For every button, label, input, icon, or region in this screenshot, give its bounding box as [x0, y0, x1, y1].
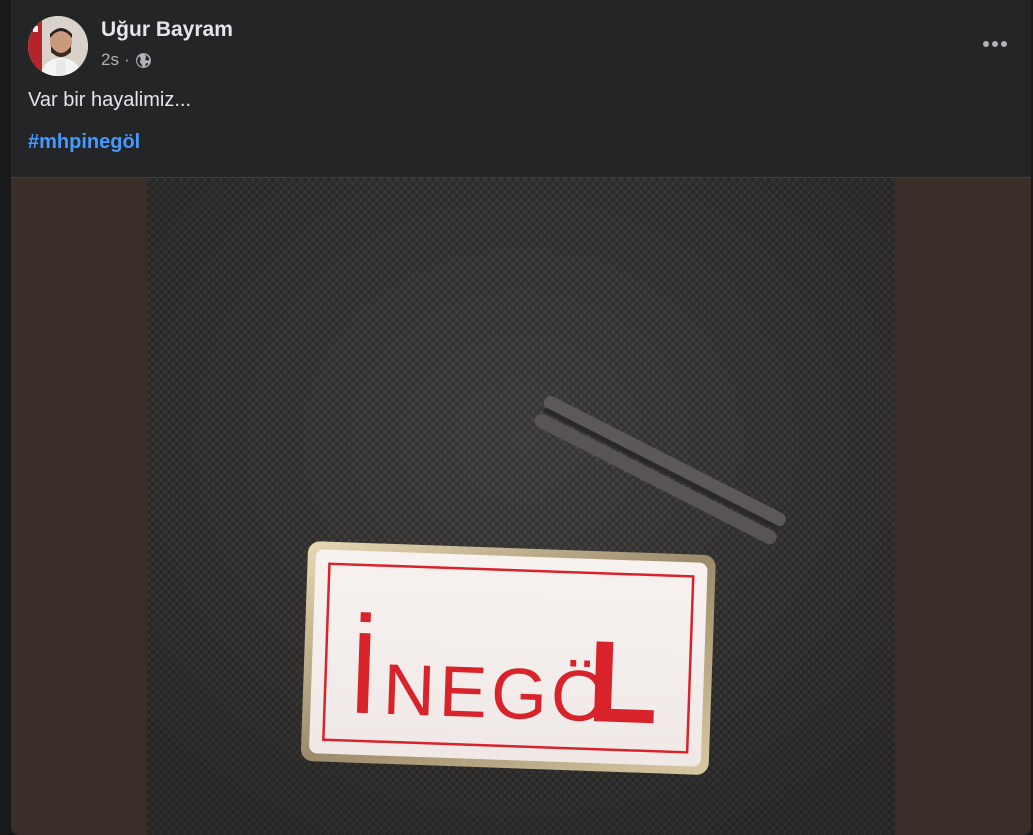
- globe-icon[interactable]: [135, 52, 152, 69]
- post-time[interactable]: 2s: [101, 50, 119, 70]
- post-text: Var bir hayalimiz...: [28, 89, 192, 111]
- author-name[interactable]: Uğur Bayram: [101, 18, 233, 42]
- post-photo[interactable]: İ NEGÖ L: [147, 178, 895, 835]
- pin-letter-i: İ: [345, 608, 382, 739]
- pin-letters-middle: NEGÖ: [382, 650, 613, 738]
- inegol-pin: İ NEGÖ L: [300, 541, 716, 775]
- post-meta: 2s ·: [101, 50, 152, 70]
- post-media[interactable]: İ NEGÖ L: [11, 177, 1031, 835]
- post-card: Uğur Bayram 2s · Var bir hayalimiz... #m…: [11, 0, 1031, 835]
- more-options-button[interactable]: [977, 26, 1013, 62]
- hashtag-link[interactable]: #mhpinegöl: [28, 131, 140, 154]
- pin-letter-l: L: [585, 616, 660, 748]
- more-options-icon: [982, 40, 1008, 48]
- avatar[interactable]: [28, 16, 88, 76]
- meta-separator: ·: [123, 50, 130, 69]
